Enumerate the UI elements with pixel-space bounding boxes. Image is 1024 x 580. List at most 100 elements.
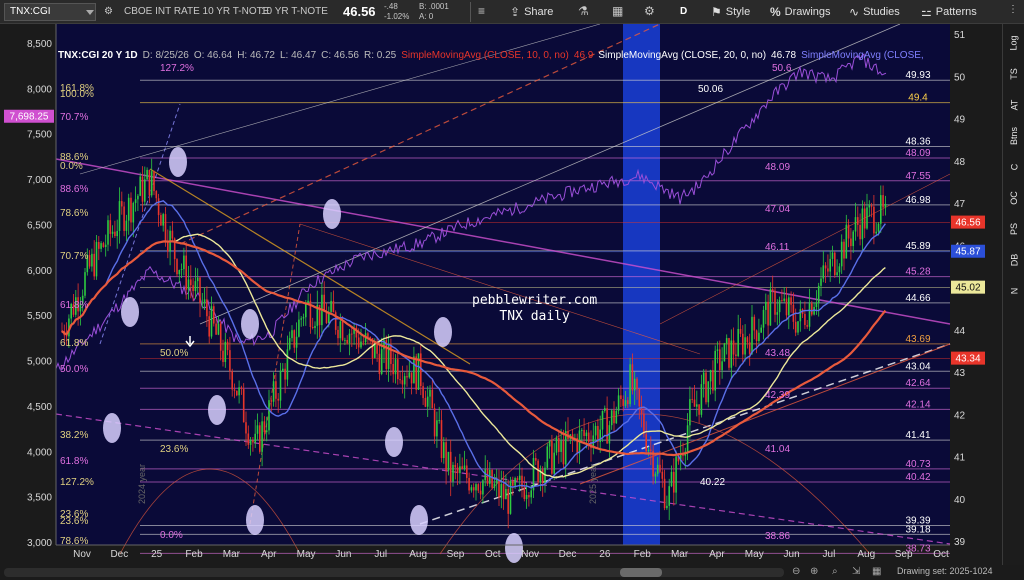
drawing-set-label[interactable]: Drawing set: 2025-1024 [897, 566, 993, 576]
candle-body [783, 298, 785, 301]
candle-body [824, 265, 827, 269]
menu-icon[interactable]: ≡ [478, 4, 485, 18]
chart-area[interactable]: 127.2% 161.8% 100.0% 70.7% 88.6% 0.0% 88.6% 78.… [0, 24, 1024, 565]
candle-body [415, 356, 417, 390]
candle-body [107, 220, 109, 245]
candle-body [808, 303, 811, 327]
candle-body [369, 337, 371, 339]
more-icon[interactable]: ⋮ [1008, 4, 1018, 15]
candle-body [491, 469, 493, 488]
sma-extra-label[interactable]: SimpleMovingAvg (CLOSE, [801, 50, 924, 61]
wave-marker [121, 297, 139, 327]
year-label: 2025 year [588, 464, 598, 504]
left-tick-label: 8,000 [27, 84, 52, 95]
chevron-down-icon[interactable] [86, 10, 94, 15]
grid-icon[interactable]: ▦ [872, 566, 881, 577]
candle-body [217, 323, 220, 335]
percent-icon: % [770, 5, 781, 19]
zoom-in-icon[interactable]: ⊕ [810, 566, 818, 577]
symbol-input[interactable]: TNX:CGI [4, 3, 96, 21]
wave-marker [246, 505, 264, 535]
studies-button[interactable]: ∿ Studies [849, 3, 900, 21]
candle-body [633, 378, 636, 391]
candle-body [670, 471, 673, 487]
zoom-out-icon[interactable]: ⊖ [792, 566, 800, 577]
candle-body [804, 313, 806, 326]
patterns-button[interactable]: ⚍ Patterns [921, 3, 977, 21]
candle-body [314, 325, 316, 328]
candle-body [594, 425, 597, 436]
candle-body [836, 272, 838, 276]
candle-body [413, 356, 415, 384]
watermark-line1: pebblewriter.com [472, 293, 598, 308]
candle-body [583, 430, 585, 437]
style-button[interactable]: ⚑ Style [711, 3, 750, 21]
candle-body [141, 176, 144, 202]
candle-body [767, 301, 769, 326]
candle-body [689, 399, 691, 426]
candle-body [470, 487, 473, 491]
share-button[interactable]: ⇪ Share [510, 3, 553, 21]
candle-body [673, 471, 675, 493]
fib-label: 50.0% [60, 364, 88, 375]
level-label: 38.86 [765, 531, 790, 542]
side-tab-label: Btns [1009, 126, 1020, 146]
sma20-label[interactable]: SimpleMovingAvg (CLOSE, 20, 0, no) [598, 50, 766, 61]
side-tab-label: N [1009, 287, 1019, 295]
candle-body [93, 253, 95, 277]
side-tab-at[interactable]: AT [1006, 92, 1022, 118]
candle-body [127, 197, 130, 221]
right-tick-label: 43 [954, 368, 966, 379]
side-tab-db[interactable]: DB [1006, 247, 1022, 273]
fib-label: 61.8% [60, 300, 88, 311]
gear-icon[interactable]: ⚙ [104, 6, 113, 17]
candle-body [406, 376, 408, 378]
candle-body [558, 438, 560, 452]
side-tab-log[interactable]: Log [1006, 30, 1022, 56]
candle-body [870, 205, 873, 207]
time-scrollbar[interactable] [4, 568, 784, 577]
candle-body [654, 473, 657, 477]
candle-body [201, 302, 204, 304]
candle-body [843, 241, 845, 259]
candle-body [463, 465, 466, 470]
candle-body [629, 364, 631, 405]
side-tab-oc[interactable]: OC [1006, 185, 1022, 211]
fib-label: 23.6% [160, 444, 188, 455]
scroll-thumb[interactable] [620, 568, 662, 577]
candle-body [723, 343, 726, 362]
side-tab-ts[interactable]: TS [1006, 61, 1022, 87]
candle-body [831, 252, 834, 259]
side-tab-label: OC [1009, 191, 1019, 205]
settings-icon[interactable]: ⚙ [644, 4, 655, 18]
candle-body [546, 446, 549, 468]
sma10-label[interactable]: SimpleMovingAvg (CLOSE, 10, 0, no) [401, 50, 569, 61]
side-tab-btns[interactable]: Btns [1006, 123, 1022, 149]
flask-icon[interactable]: ⚗ [578, 4, 589, 18]
year-label: 2024 year [137, 464, 147, 504]
expand-icon[interactable]: ⇲ [852, 566, 860, 577]
drawings-button[interactable]: % Drawings [770, 3, 831, 21]
candle-body [666, 505, 668, 509]
candle-body [399, 379, 401, 381]
candle-body [875, 231, 877, 234]
toolbar: TNX:CGI ⚙ CBOE INT RATE 10 YR T-NOTE 10 … [0, 0, 1024, 24]
candle-body [698, 404, 700, 415]
calendar-icon[interactable]: ▦ [612, 4, 623, 18]
side-tab-c[interactable]: C [1006, 154, 1022, 180]
candle-body [466, 465, 468, 478]
interval-button[interactable]: D [680, 6, 687, 17]
candle-body [509, 480, 512, 514]
candle-body [859, 224, 861, 240]
candle-body [104, 244, 107, 248]
level-label: 47.04 [765, 204, 790, 215]
candle-body [585, 432, 588, 437]
candle-body [771, 289, 774, 291]
left-tick-label: 3,000 [27, 538, 52, 549]
candle-body [213, 306, 215, 324]
side-tab-ps[interactable]: PS [1006, 216, 1022, 242]
magnifier-icon[interactable]: ⌕ [832, 566, 838, 577]
candle-body [240, 387, 243, 389]
side-tab-n[interactable]: N [1006, 278, 1022, 304]
candle-body [861, 208, 864, 240]
